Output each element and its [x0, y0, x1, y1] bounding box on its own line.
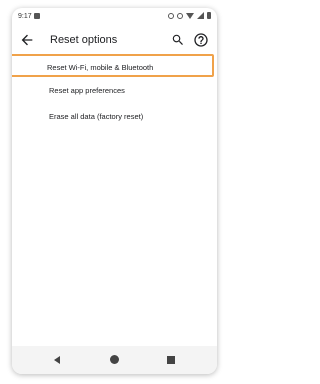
arrow-back-icon	[21, 34, 33, 46]
status-bar: 9:17	[12, 8, 217, 26]
data-saver-icon	[168, 12, 174, 19]
option-label: Reset Wi-Fi, mobile & Bluetooth	[47, 63, 154, 72]
nav-recents-icon[interactable]	[167, 356, 175, 364]
status-icons	[168, 12, 211, 19]
search-icon	[172, 34, 183, 45]
option-label: Reset app preferences	[49, 86, 125, 95]
back-button[interactable]	[19, 32, 35, 48]
app-bar: Reset options	[12, 26, 217, 54]
navigation-bar	[12, 346, 217, 374]
search-button[interactable]	[171, 33, 185, 47]
nav-back-icon[interactable]	[54, 356, 60, 364]
page-title: Reset options	[50, 34, 118, 46]
option-label: Erase all data (factory reset)	[49, 112, 144, 121]
wifi-icon	[186, 12, 194, 19]
option-erase-all-data[interactable]: Erase all data (factory reset)	[12, 103, 217, 129]
phone-frame: 9:17 Reset options Reset Wi-Fi, mobile &…	[12, 8, 217, 374]
reset-options-list: Reset Wi-Fi, mobile & Bluetooth Reset ap…	[12, 54, 217, 129]
option-reset-app-preferences[interactable]: Reset app preferences	[12, 77, 217, 103]
notification-icon	[34, 13, 40, 19]
help-circle-icon	[194, 33, 208, 47]
signal-icon	[197, 12, 204, 19]
battery-icon	[207, 12, 211, 19]
option-reset-wifi-mobile-bluetooth[interactable]: Reset Wi-Fi, mobile & Bluetooth	[12, 54, 214, 77]
status-time: 9:17	[18, 13, 32, 20]
nav-home-icon[interactable]	[110, 355, 119, 364]
help-button[interactable]	[193, 32, 209, 48]
alarm-icon	[177, 12, 183, 19]
